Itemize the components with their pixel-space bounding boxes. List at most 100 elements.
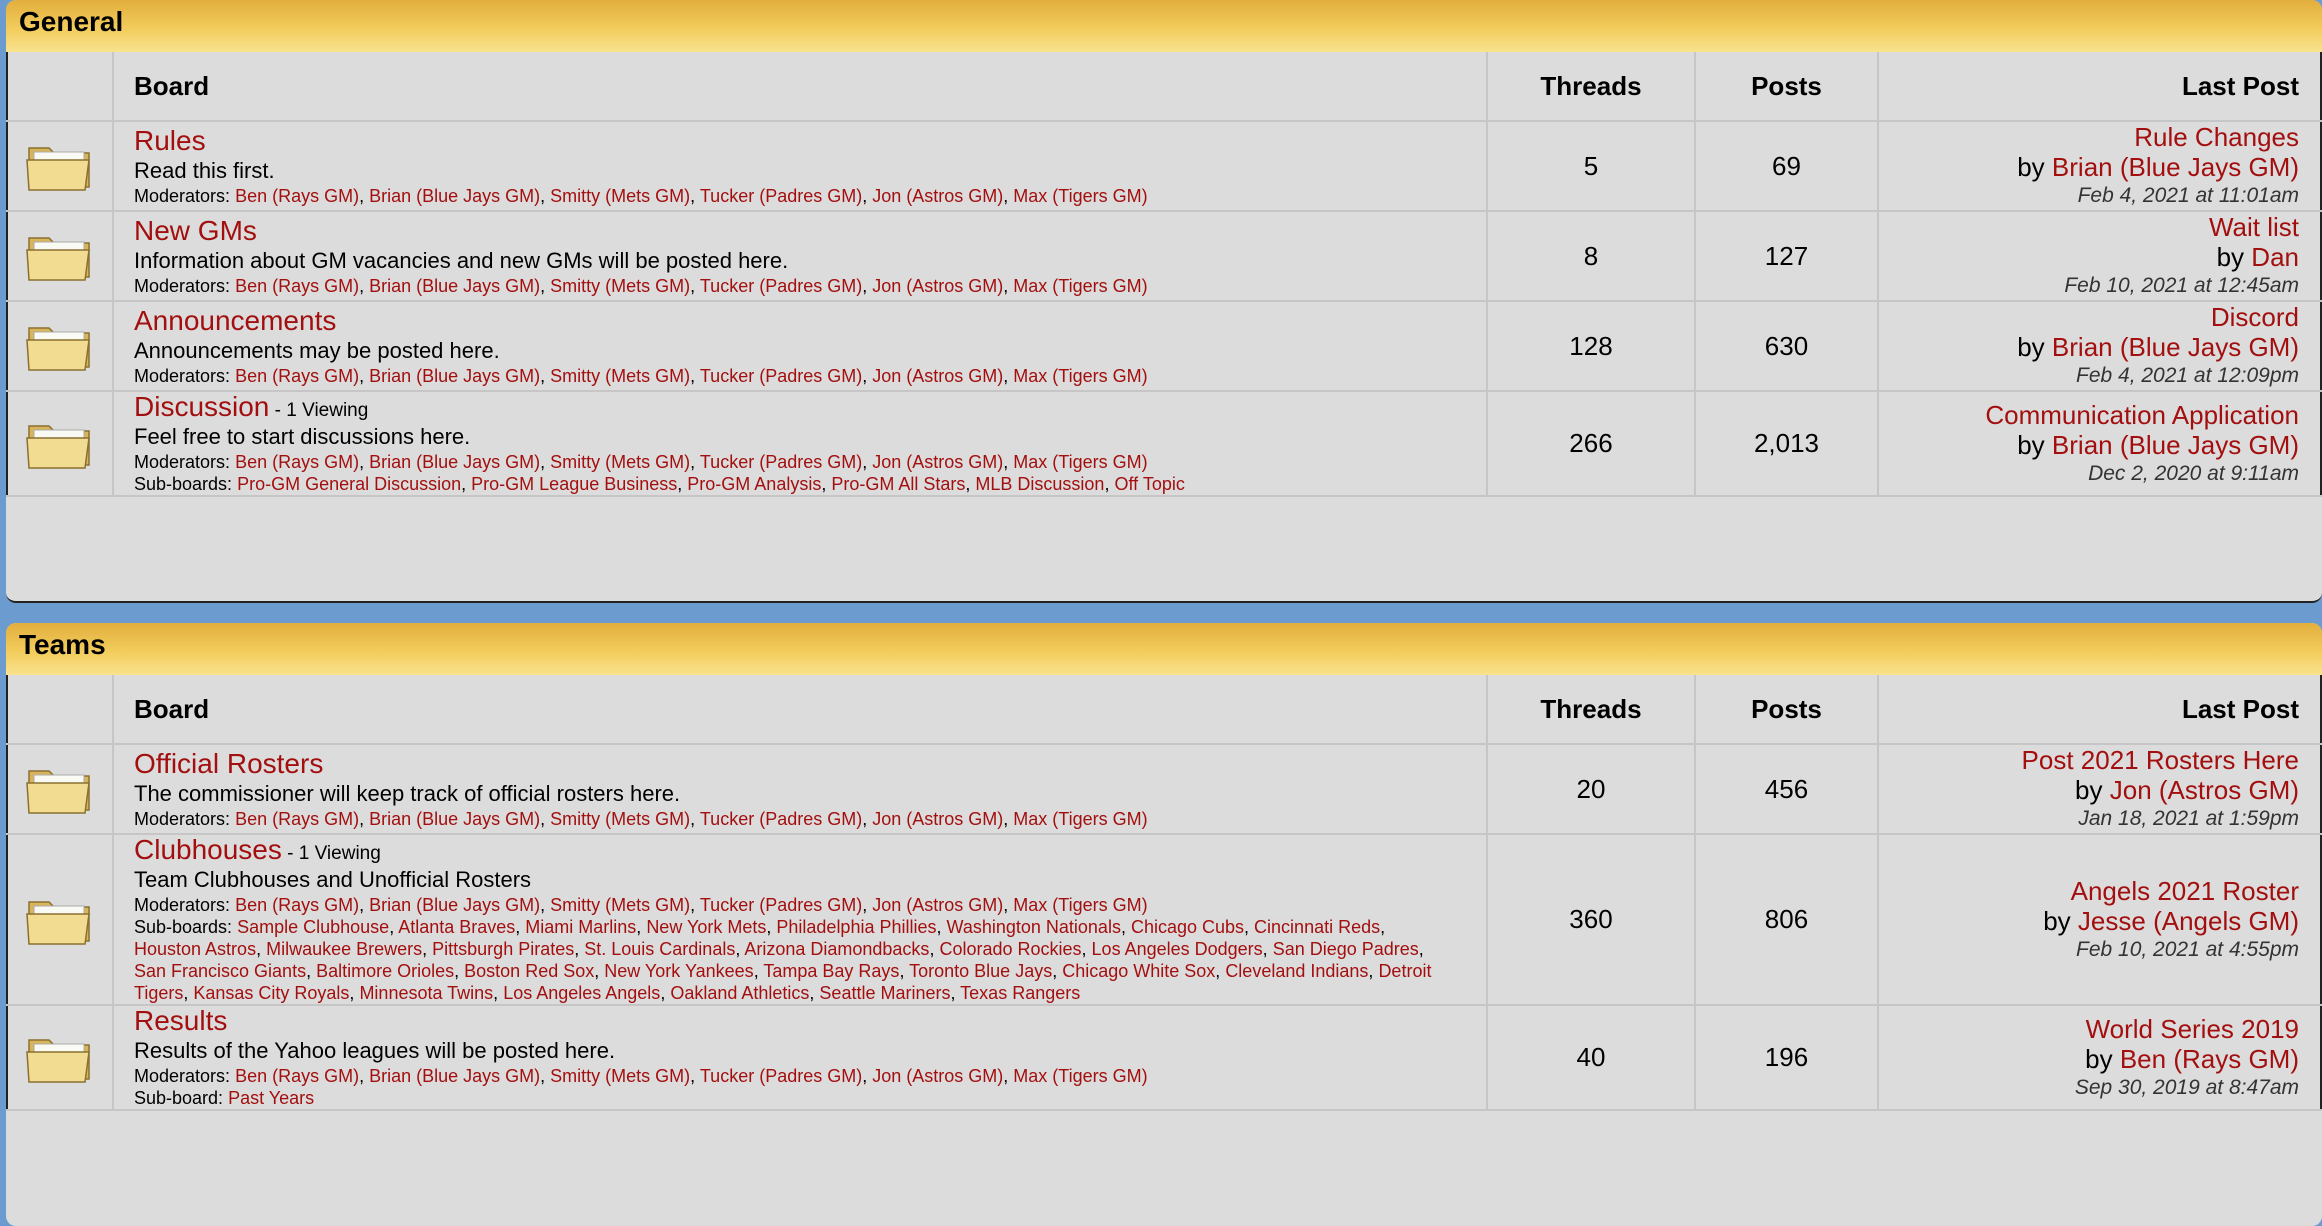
subboard-link[interactable]: Washington Nationals	[947, 917, 1121, 937]
moderator-link[interactable]: Tucker (Padres GM)	[700, 1066, 862, 1086]
subboard-link[interactable]: Cincinnati Reds	[1254, 917, 1380, 937]
moderator-link[interactable]: Brian (Blue Jays GM)	[369, 809, 540, 829]
board-title-link[interactable]: Rules	[134, 125, 206, 156]
subboard-link[interactable]: New York Yankees	[604, 961, 753, 981]
moderator-link[interactable]: Ben (Rays GM)	[235, 1066, 359, 1086]
last-post-title-link[interactable]: Post 2021 Rosters Here	[2022, 745, 2299, 775]
moderator-link[interactable]: Max (Tigers GM)	[1013, 366, 1147, 386]
last-post-author-link[interactable]: Brian (Blue Jays GM)	[2052, 332, 2299, 362]
moderator-link[interactable]: Tucker (Padres GM)	[700, 809, 862, 829]
subboard-link[interactable]: Pro-GM All Stars	[831, 474, 965, 494]
subboard-link[interactable]: Los Angeles Angels	[503, 983, 660, 1003]
moderator-link[interactable]: Jon (Astros GM)	[872, 366, 1003, 386]
moderator-link[interactable]: Brian (Blue Jays GM)	[369, 1066, 540, 1086]
last-post-author-link[interactable]: Ben (Rays GM)	[2120, 1044, 2299, 1074]
last-post-author-link[interactable]: Jesse (Angels GM)	[2078, 906, 2299, 936]
board-title-link[interactable]: Clubhouses	[134, 834, 282, 865]
moderator-link[interactable]: Jon (Astros GM)	[872, 809, 1003, 829]
moderator-link[interactable]: Ben (Rays GM)	[235, 366, 359, 386]
moderator-link[interactable]: Tucker (Padres GM)	[700, 186, 862, 206]
last-post-title-link[interactable]: Rule Changes	[2134, 122, 2299, 152]
moderator-link[interactable]: Max (Tigers GM)	[1013, 809, 1147, 829]
moderator-link[interactable]: Smitty (Mets GM)	[550, 366, 690, 386]
subboard-link[interactable]: San Diego Padres	[1273, 939, 1419, 959]
moderator-link[interactable]: Smitty (Mets GM)	[550, 1066, 690, 1086]
moderator-link[interactable]: Jon (Astros GM)	[872, 895, 1003, 915]
moderator-link[interactable]: Jon (Astros GM)	[872, 1066, 1003, 1086]
board-title-link[interactable]: Announcements	[134, 305, 336, 336]
subboard-link[interactable]: Houston Astros	[134, 939, 256, 959]
subboard-link[interactable]: MLB Discussion	[975, 474, 1104, 494]
subboard-link[interactable]: Past Years	[228, 1088, 314, 1108]
subboard-link[interactable]: Pittsburgh Pirates	[432, 939, 574, 959]
subboard-link[interactable]: Pro-GM League Business	[471, 474, 677, 494]
moderator-link[interactable]: Tucker (Padres GM)	[700, 276, 862, 296]
subboard-link[interactable]: Kansas City Royals	[193, 983, 349, 1003]
moderator-link[interactable]: Smitty (Mets GM)	[550, 809, 690, 829]
subboard-link[interactable]: Off Topic	[1114, 474, 1184, 494]
moderator-link[interactable]: Max (Tigers GM)	[1013, 1066, 1147, 1086]
last-post-author-link[interactable]: Brian (Blue Jays GM)	[2052, 152, 2299, 182]
last-post-title-link[interactable]: Wait list	[2209, 212, 2299, 242]
moderator-link[interactable]: Max (Tigers GM)	[1013, 186, 1147, 206]
last-post-author-link[interactable]: Dan	[2251, 242, 2299, 272]
subboard-link[interactable]: Miami Marlins	[525, 917, 636, 937]
last-post-author-link[interactable]: Jon (Astros GM)	[2110, 775, 2299, 805]
moderator-link[interactable]: Smitty (Mets GM)	[550, 186, 690, 206]
moderator-link[interactable]: Jon (Astros GM)	[872, 452, 1003, 472]
subboard-link[interactable]: San Francisco Giants	[134, 961, 306, 981]
subboard-link[interactable]: Arizona Diamondbacks	[744, 939, 929, 959]
moderator-link[interactable]: Jon (Astros GM)	[872, 276, 1003, 296]
moderator-link[interactable]: Max (Tigers GM)	[1013, 276, 1147, 296]
subboard-link[interactable]: Texas Rangers	[960, 983, 1080, 1003]
subboard-link[interactable]: Philadelphia Phillies	[776, 917, 936, 937]
moderator-link[interactable]: Ben (Rays GM)	[235, 809, 359, 829]
last-post-title-link[interactable]: Angels 2021 Roster	[2071, 876, 2299, 906]
moderator-link[interactable]: Brian (Blue Jays GM)	[369, 186, 540, 206]
moderator-link[interactable]: Tucker (Padres GM)	[700, 366, 862, 386]
subboard-link[interactable]: Colorado Rockies	[939, 939, 1081, 959]
moderator-link[interactable]: Brian (Blue Jays GM)	[369, 366, 540, 386]
moderator-link[interactable]: Brian (Blue Jays GM)	[369, 452, 540, 472]
subboard-link[interactable]: Milwaukee Brewers	[266, 939, 422, 959]
moderator-link[interactable]: Max (Tigers GM)	[1013, 895, 1147, 915]
moderator-link[interactable]: Brian (Blue Jays GM)	[369, 895, 540, 915]
board-title-link[interactable]: New GMs	[134, 215, 257, 246]
board-title-link[interactable]: Discussion	[134, 391, 269, 422]
subboard-link[interactable]: Seattle Mariners	[819, 983, 950, 1003]
subboard-link[interactable]: Cleveland Indians	[1225, 961, 1368, 981]
moderator-link[interactable]: Ben (Rays GM)	[235, 186, 359, 206]
last-post-title-link[interactable]: World Series 2019	[2086, 1014, 2299, 1044]
moderator-link[interactable]: Tucker (Padres GM)	[700, 895, 862, 915]
last-post-title-link[interactable]: Communication Application	[1985, 400, 2299, 430]
subboard-link[interactable]: Chicago Cubs	[1131, 917, 1244, 937]
last-post-author-link[interactable]: Brian (Blue Jays GM)	[2052, 430, 2299, 460]
subboard-link[interactable]: Pro-GM Analysis	[687, 474, 821, 494]
subboard-link[interactable]: Atlanta Braves	[398, 917, 515, 937]
moderator-link[interactable]: Brian (Blue Jays GM)	[369, 276, 540, 296]
subboard-link[interactable]: Minnesota Twins	[359, 983, 493, 1003]
subboard-link[interactable]: Sample Clubhouse	[237, 917, 389, 937]
subboard-link[interactable]: Boston Red Sox	[464, 961, 594, 981]
subboard-link[interactable]: Baltimore Orioles	[316, 961, 454, 981]
moderator-link[interactable]: Max (Tigers GM)	[1013, 452, 1147, 472]
board-title-link[interactable]: Results	[134, 1005, 227, 1036]
subboard-link[interactable]: Toronto Blue Jays	[909, 961, 1052, 981]
moderator-link[interactable]: Smitty (Mets GM)	[550, 452, 690, 472]
moderator-link[interactable]: Tucker (Padres GM)	[700, 452, 862, 472]
moderator-link[interactable]: Smitty (Mets GM)	[550, 276, 690, 296]
board-title-link[interactable]: Official Rosters	[134, 748, 323, 779]
subboard-link[interactable]: New York Mets	[646, 917, 766, 937]
subboard-link[interactable]: Los Angeles Dodgers	[1092, 939, 1263, 959]
moderator-link[interactable]: Ben (Rays GM)	[235, 895, 359, 915]
last-post-title-link[interactable]: Discord	[2211, 302, 2299, 332]
subboard-link[interactable]: Chicago White Sox	[1062, 961, 1215, 981]
subboard-link[interactable]: Pro-GM General Discussion	[237, 474, 461, 494]
moderator-link[interactable]: Smitty (Mets GM)	[550, 895, 690, 915]
moderator-link[interactable]: Ben (Rays GM)	[235, 452, 359, 472]
subboard-link[interactable]: Tampa Bay Rays	[763, 961, 899, 981]
subboard-link[interactable]: Oakland Athletics	[670, 983, 809, 1003]
moderator-link[interactable]: Ben (Rays GM)	[235, 276, 359, 296]
moderator-link[interactable]: Jon (Astros GM)	[872, 186, 1003, 206]
subboard-link[interactable]: St. Louis Cardinals	[584, 939, 735, 959]
